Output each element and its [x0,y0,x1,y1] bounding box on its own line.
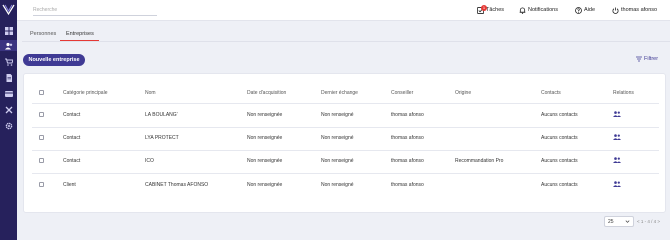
select-all-checkbox[interactable] [39,90,44,95]
user-menu[interactable]: thomas afonso [612,5,657,15]
row-last-exchange: Non renseigné [321,158,354,164]
chevron-down-icon [625,220,630,223]
tabs-divider [22,41,670,42]
document-icon[interactable] [3,72,14,83]
relations-icon[interactable] [613,181,621,187]
tasks-badge: 1 [481,4,487,11]
cart-icon[interactable] [3,56,14,67]
header-last-exchange[interactable]: Dernier échange [321,90,358,96]
row-advisor: thomas afonso [391,158,424,164]
notifications-button[interactable]: Notifications [519,5,558,15]
dashboard-icon[interactable] [3,25,14,36]
search-input[interactable] [33,4,157,16]
bell-icon [519,6,526,14]
row-last-exchange: Non renseigné [321,112,354,118]
row-category: Client [63,182,76,188]
row-name[interactable]: LA BOULANG' [145,112,178,118]
filter-label: Filtrer [644,56,659,62]
help-button[interactable]: Aide [575,5,595,15]
row-advisor: thomas afonso [391,135,424,141]
row-origin: Recommandation Pro [455,158,504,164]
tasks-label: Tâches [486,7,505,13]
header-origin[interactable]: Origine [455,90,471,96]
notifications-label: Notifications [528,7,558,13]
row-category: Contact [63,135,81,141]
rows-per-page-select[interactable]: 25 [604,216,634,227]
row-divider [32,173,659,174]
help-icon [575,6,582,14]
filter-icon [636,56,642,62]
row-checkbox[interactable] [39,135,44,140]
pagination-range[interactable]: < 1 - 4 / 4 > [637,219,660,224]
tab-entreprises[interactable]: Entreprises [66,31,94,37]
tasks-icon: 1 [477,4,487,14]
row-last-exchange: Non renseigné [321,182,354,188]
row-name[interactable]: LYA PROTECT [145,135,179,141]
header-contacts[interactable]: Contacts [541,90,561,96]
row-checkbox[interactable] [39,182,44,187]
row-category: Contact [63,158,81,164]
row-name[interactable]: ICO [145,158,154,164]
help-label: Aide [584,7,596,13]
filter-button[interactable]: Filtrer [636,56,658,62]
app-logo[interactable] [1,2,16,17]
power-icon [612,6,619,14]
new-company-button[interactable]: Nouvelle entreprise [23,54,85,66]
row-checkbox[interactable] [39,112,44,117]
row-divider [32,150,659,151]
header-name[interactable]: Nom [145,90,156,96]
row-contacts: Aucuns contacts [541,182,578,188]
top-bar: 1 Tâches Notifications Aide thomas afons… [17,0,670,21]
row-divider [32,127,659,128]
header-advisor[interactable]: Conseiller [391,90,413,96]
row-contacts: Aucuns contacts [541,112,578,118]
tools-icon[interactable] [3,104,14,115]
tab-personnes[interactable]: Personnes [30,31,56,37]
row-acquisition: Non renseignée [247,112,283,118]
row-checkbox[interactable] [39,158,44,163]
row-acquisition: Non renseignée [247,182,283,188]
gear-icon[interactable] [3,120,14,131]
relations-icon[interactable] [613,157,621,163]
user-label: thomas afonso [621,7,658,13]
row-advisor: thomas afonso [391,112,424,118]
companies-table: Catégorie principale Nom Date d'acquisit… [23,73,666,213]
row-contacts: Aucuns contacts [541,135,578,141]
row-acquisition: Non renseignée [247,158,283,164]
header-acquisition[interactable]: Date d'acquisition [247,90,286,96]
row-name[interactable]: CABINET Thomas AFONSO [145,182,208,188]
row-last-exchange: Non renseigné [321,135,354,141]
users-icon[interactable] [0,40,17,51]
sidebar [0,0,17,240]
header-relations[interactable]: Relations [613,90,634,96]
row-contacts: Aucuns contacts [541,158,578,164]
tasks-button[interactable]: 1 Tâches [477,4,505,15]
header-divider [32,103,659,104]
header-category[interactable]: Catégorie principale [63,90,107,96]
row-category: Contact [63,112,81,118]
relations-icon[interactable] [613,111,621,117]
card-icon[interactable] [3,88,14,99]
row-advisor: thomas afonso [391,182,424,188]
relations-icon[interactable] [613,134,621,140]
row-acquisition: Non renseignée [247,135,283,141]
rows-per-page-value: 25 [608,218,614,225]
